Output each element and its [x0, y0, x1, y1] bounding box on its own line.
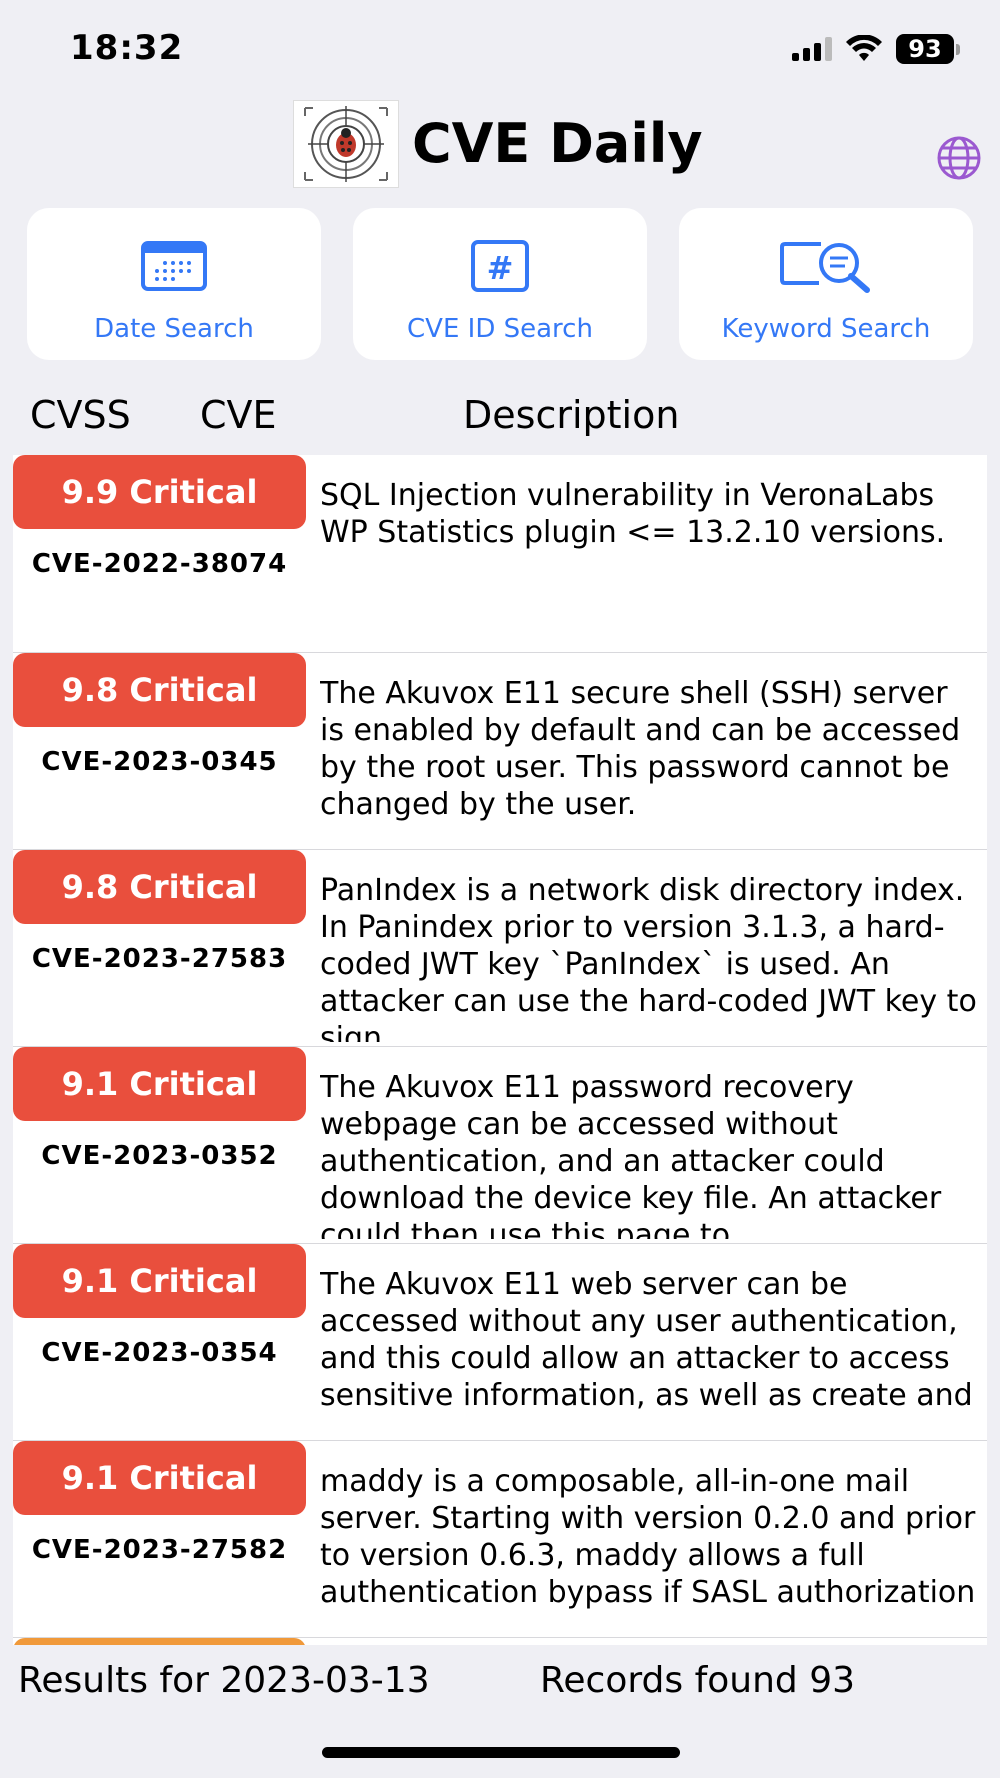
app-title: CVE Daily — [412, 112, 703, 175]
cvss-badge — [13, 1638, 306, 1645]
target-ladybug-icon — [304, 106, 388, 182]
column-header-description: Description — [463, 393, 680, 437]
wifi-icon — [846, 35, 882, 61]
cve-row-partial[interactable] — [13, 1638, 987, 1645]
battery-icon: 93 — [896, 34, 960, 64]
status-bar: 18:32 93 — [0, 0, 1000, 100]
cvss-badge: 9.1 Critical — [13, 1047, 306, 1121]
cve-description: The Akuvox E11 password recovery webpage… — [320, 1070, 942, 1239]
cve-id: CVE-2022-38074 — [31, 549, 288, 579]
cve-description: SQL Injection vulnerability in VeronaLab… — [320, 478, 946, 550]
cve-row[interactable]: 9.1 Critical CVE-2023-27582 maddy is a c… — [13, 1441, 987, 1638]
svg-text:#: # — [487, 249, 514, 287]
records-count: Records found 93 — [540, 1660, 856, 1701]
column-header-cvss: CVSS — [30, 393, 131, 437]
calendar-icon — [141, 241, 207, 291]
cvss-badge: 9.8 Critical — [13, 850, 306, 924]
cve-id: CVE-2023-0345 — [41, 747, 278, 777]
globe-icon[interactable] — [936, 135, 982, 181]
status-icons: 93 — [792, 34, 960, 64]
cellular-signal-icon — [792, 37, 832, 61]
home-indicator[interactable] — [322, 1747, 680, 1758]
keyword-search-label: Keyword Search — [721, 314, 931, 344]
cve-description: The Akuvox E11 secure shell (SSH) server… — [320, 676, 961, 822]
search-options: Date Search # CVE ID Search Keyword Sear… — [27, 208, 973, 360]
hashtag-icon: # — [471, 240, 529, 292]
cve-row[interactable]: 9.1 Critical CVE-2023-0352 The Akuvox E1… — [13, 1047, 987, 1244]
results-date: Results for 2023-03-13 — [18, 1660, 430, 1701]
status-time: 18:32 — [70, 28, 184, 68]
magnifier-icon — [780, 242, 870, 293]
cve-row[interactable]: 9.8 Critical CVE-2023-27583 PanIndex is … — [13, 850, 987, 1047]
cvss-badge: 9.1 Critical — [13, 1244, 306, 1318]
cve-id: CVE-2023-0352 — [41, 1141, 278, 1171]
date-search-label: Date Search — [94, 314, 254, 344]
column-header-cve: CVE — [200, 393, 277, 437]
app-header: CVE Daily — [0, 100, 1000, 190]
results-footer: Results for 2023-03-13 Records found 93 — [0, 1660, 1000, 1720]
cvss-badge: 9.1 Critical — [13, 1441, 306, 1515]
cve-id: CVE-2023-27583 — [31, 944, 288, 974]
cvss-badge: 9.8 Critical — [13, 653, 306, 727]
cve-id: CVE-2023-0354 — [41, 1338, 278, 1368]
cve-id-search-label: CVE ID Search — [407, 314, 593, 344]
cve-description: PanIndex is a network disk directory ind… — [320, 873, 977, 1042]
keyword-search-button[interactable]: Keyword Search — [679, 208, 973, 360]
cve-row[interactable]: 9.9 Critical CVE-2022-38074 SQL Injectio… — [13, 455, 987, 653]
cvss-badge: 9.9 Critical — [13, 455, 306, 529]
app-logo — [293, 100, 399, 188]
cve-row[interactable]: 9.8 Critical CVE-2023-0345 The Akuvox E1… — [13, 653, 987, 850]
cve-description: maddy is a composable, all-in-one mail s… — [320, 1464, 976, 1610]
cve-id-search-button[interactable]: # CVE ID Search — [353, 208, 647, 360]
column-headers: CVSS CVE Description — [0, 385, 1000, 445]
date-search-button[interactable]: Date Search — [27, 208, 321, 360]
cve-id: CVE-2023-27582 — [31, 1535, 288, 1565]
cve-row[interactable]: 9.1 Critical CVE-2023-0354 The Akuvox E1… — [13, 1244, 987, 1441]
battery-level: 93 — [896, 34, 954, 64]
cve-list[interactable]: 9.9 Critical CVE-2022-38074 SQL Injectio… — [13, 455, 987, 1645]
cve-description: The Akuvox E11 web server can be accesse… — [320, 1267, 973, 1413]
